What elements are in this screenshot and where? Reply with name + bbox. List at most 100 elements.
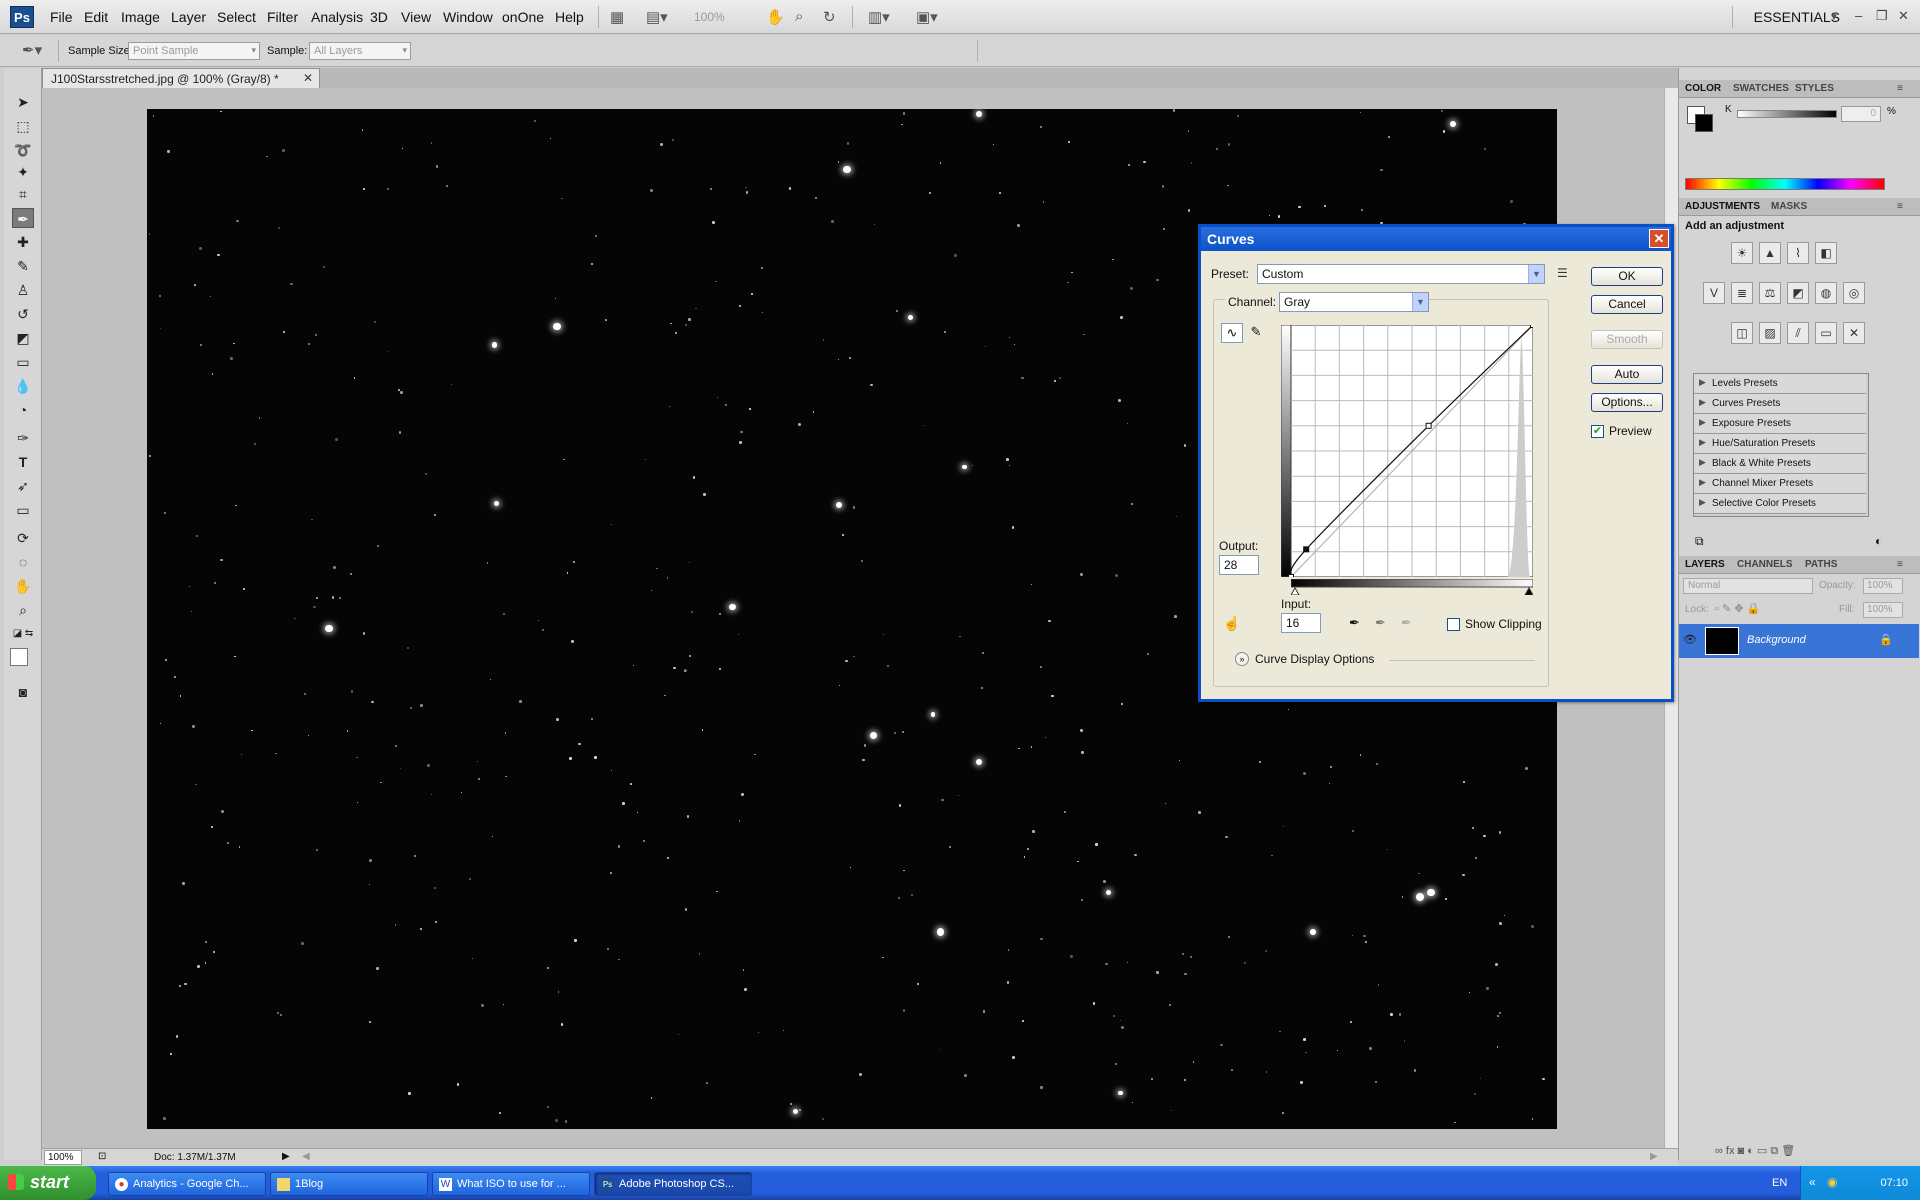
channel-mixer-icon[interactable]: ◎ [1843, 282, 1865, 304]
brush-tool-icon[interactable]: ✎ [12, 256, 34, 276]
curve-control-point[interactable] [1530, 325, 1534, 328]
tab-paths[interactable]: PATHS [1805, 559, 1837, 570]
edit-points-curve-icon[interactable]: ∿ [1221, 323, 1243, 343]
language-indicator[interactable]: EN [1772, 1177, 1787, 1189]
blur-tool-icon[interactable]: 💧 [12, 376, 34, 396]
menu-3d[interactable]: 3D [370, 9, 388, 25]
output-field[interactable]: 28 [1219, 555, 1259, 575]
curves-icon[interactable]: ⌇ [1787, 242, 1809, 264]
curve-control-point[interactable] [1425, 422, 1432, 429]
preset-hue-saturation[interactable]: ▶ Hue/Saturation Presets [1694, 434, 1866, 454]
channel-select[interactable]: Gray ▼ [1279, 292, 1429, 312]
curves-graph[interactable] [1281, 325, 1533, 577]
rotate-view-icon[interactable]: ↻ [823, 8, 836, 26]
brightness-contrast-icon[interactable]: ☀ [1731, 242, 1753, 264]
tab-color[interactable]: COLOR [1685, 83, 1721, 94]
quick-mask-icon[interactable]: ◙ [12, 682, 34, 702]
fill-field[interactable]: 100% [1863, 602, 1903, 618]
healing-brush-tool-icon[interactable]: ✚ [12, 232, 34, 252]
tab-adjustments[interactable]: ADJUSTMENTS [1685, 201, 1760, 212]
panel-menu-icon[interactable]: ≡ [1897, 201, 1903, 212]
posterize-icon[interactable]: ▨ [1759, 322, 1781, 344]
taskbar-item-folder[interactable]: 1Blog [270, 1172, 428, 1196]
close-icon[interactable]: ✕ [1649, 229, 1669, 248]
zoom-tool-icon[interactable]: ⌕ [795, 8, 803, 25]
preset-black-white[interactable]: ▶ Black & White Presets [1694, 454, 1866, 474]
eyedropper-preset-icon[interactable]: ✒▾ [22, 41, 42, 59]
status-menu-arrow-icon[interactable]: ▶ [282, 1151, 290, 1162]
tray-app-icon[interactable]: ◉ [1827, 1175, 1837, 1189]
blend-mode-select[interactable]: Normal [1683, 578, 1813, 594]
hue-saturation-icon[interactable]: ≣ [1731, 282, 1753, 304]
smooth-button[interactable]: Smooth [1591, 330, 1663, 349]
options-button[interactable]: Options... [1591, 393, 1663, 412]
expand-options-chevron-icon[interactable]: » [1235, 652, 1249, 666]
return-to-adjustments-icon[interactable]: ⧉ [1695, 534, 1704, 549]
crop-tool-icon[interactable]: ⌗ [12, 184, 34, 204]
background-color-swatch[interactable] [1695, 114, 1713, 132]
preset-selective-color[interactable]: ▶ Selective Color Presets [1694, 494, 1866, 514]
selective-color-icon[interactable]: ✕ [1843, 322, 1865, 344]
menu-analysis[interactable]: Analysis [311, 9, 363, 25]
type-tool-icon[interactable]: T [12, 452, 34, 472]
lock-icons[interactable]: ▫ ✎ ✥ 🔒 [1715, 602, 1760, 615]
pen-tool-icon[interactable]: ✑ [12, 428, 34, 448]
tab-styles[interactable]: STYLES [1795, 83, 1834, 94]
menu-select[interactable]: Select [217, 9, 256, 25]
tab-swatches[interactable]: SWATCHES [1733, 83, 1789, 94]
dodge-tool-icon[interactable]: ◔ [12, 400, 34, 420]
magic-wand-tool-icon[interactable]: ✦ [12, 162, 34, 182]
3d-rotate-tool-icon[interactable]: ⟳ [12, 528, 34, 548]
tab-layers[interactable]: LAYERS [1685, 559, 1725, 570]
path-selection-tool-icon[interactable]: ➶ [12, 476, 34, 496]
start-button[interactable]: start [0, 1166, 96, 1200]
tray-arrow-icon[interactable]: « [1809, 1175, 1816, 1189]
marquee-tool-icon[interactable]: ⬚ [12, 116, 34, 136]
taskbar-item-chrome[interactable]: ● Analytics - Google Ch... [108, 1172, 266, 1196]
menu-onone[interactable]: onOne [502, 9, 544, 25]
menu-view[interactable]: View [401, 9, 431, 25]
layer-row-background[interactable]: 👁 Background 🔒 [1679, 624, 1919, 658]
lasso-tool-icon[interactable]: ➰ [12, 140, 34, 160]
menu-filter[interactable]: Filter [267, 9, 298, 25]
zoom-level-select[interactable]: 100% [694, 10, 725, 24]
eye-visibility-icon[interactable]: 👁 [1683, 633, 1697, 646]
white-point-slider[interactable] [1524, 586, 1533, 595]
menu-image[interactable]: Image [121, 9, 160, 25]
adjustment-options-icon[interactable]: ◐ [1875, 534, 1882, 548]
cancel-button[interactable]: Cancel [1591, 295, 1663, 314]
photo-filter-icon[interactable]: ◍ [1815, 282, 1837, 304]
scroll-right-icon[interactable]: ▶ [1650, 1151, 1658, 1162]
menu-window[interactable]: Window [443, 9, 493, 25]
workspace-switcher[interactable]: ESSENTIALS [1754, 9, 1840, 25]
auto-button[interactable]: Auto [1591, 365, 1663, 384]
close-icon[interactable]: ✕ [1898, 8, 1909, 24]
hand-tool-icon[interactable]: ✋ [12, 576, 34, 596]
draw-curve-pencil-icon[interactable]: ✎ [1245, 323, 1267, 343]
color-ramp[interactable] [1685, 178, 1885, 190]
levels-icon[interactable]: ▲ [1759, 242, 1781, 264]
history-brush-tool-icon[interactable]: ↺ [12, 304, 34, 324]
preview-checkbox[interactable]: ✔ [1591, 425, 1604, 438]
restore-icon[interactable]: ❐ [1876, 8, 1888, 24]
menu-help[interactable]: Help [555, 9, 584, 25]
curve-display-options-label[interactable]: Curve Display Options [1255, 652, 1374, 666]
workspace-dropdown-arrow-icon[interactable]: ▼ [1829, 12, 1839, 23]
zoom-tool-icon[interactable]: ⌕ [12, 600, 34, 620]
black-white-icon[interactable]: ◩ [1787, 282, 1809, 304]
status-info-icon[interactable]: ⊡ [98, 1151, 106, 1162]
tab-masks[interactable]: MASKS [1771, 201, 1807, 212]
clone-stamp-tool-icon[interactable]: ♙ [12, 280, 34, 300]
scroll-left-icon[interactable]: ◀ [302, 1151, 310, 1162]
black-point-eyedropper-icon[interactable]: ✒ [1349, 615, 1360, 631]
hand-tool-icon[interactable]: ✋ [766, 8, 785, 26]
k-slider[interactable] [1737, 110, 1837, 118]
sample-size-select[interactable]: Point Sample ▾ [128, 42, 260, 60]
opacity-field[interactable]: 100% [1863, 578, 1903, 594]
3d-orbit-tool-icon[interactable]: ◌ [12, 552, 34, 572]
threshold-icon[interactable]: ⫽ [1787, 322, 1809, 344]
preset-levels[interactable]: ▶ Levels Presets [1694, 374, 1866, 394]
exposure-icon[interactable]: ◧ [1815, 242, 1837, 264]
eraser-tool-icon[interactable]: ◩ [12, 328, 34, 348]
color-balance-icon[interactable]: ⚖ [1759, 282, 1781, 304]
